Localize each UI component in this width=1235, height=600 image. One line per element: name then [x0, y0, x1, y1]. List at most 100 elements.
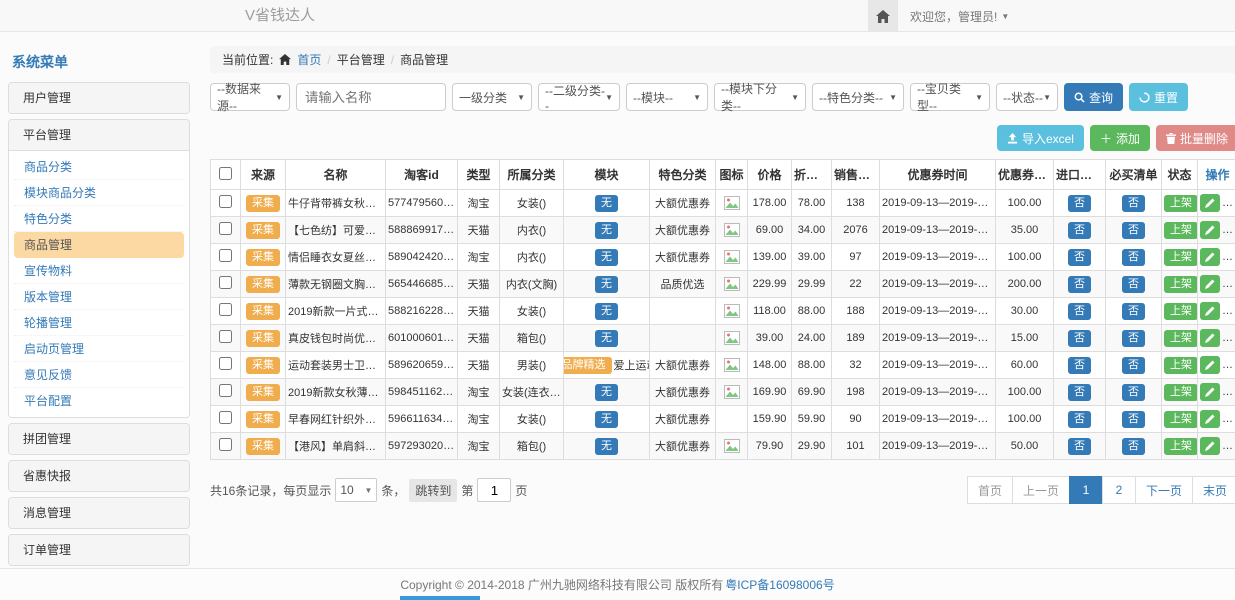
jump-button[interactable]: 跳转到 — [409, 479, 457, 502]
name-search-input[interactable] — [296, 83, 446, 111]
edit-button[interactable] — [1200, 410, 1220, 428]
type-cell: 淘宝 — [458, 190, 500, 217]
filter-select[interactable]: --模块--▼ — [626, 83, 708, 111]
status-badge[interactable]: 上架 — [1164, 357, 1198, 374]
must-buy-flag-badge[interactable]: 否 — [1122, 249, 1145, 266]
pager-last[interactable]: 末页 — [1192, 476, 1235, 504]
batch-delete-button[interactable]: 批量删除 — [1156, 125, 1235, 151]
filter-select[interactable]: 一级分类▼ — [452, 83, 532, 111]
row-checkbox[interactable] — [219, 438, 232, 451]
must-buy-flag-badge[interactable]: 否 — [1122, 222, 1145, 239]
search-button[interactable]: 查询 — [1064, 83, 1123, 111]
edit-button[interactable] — [1200, 248, 1220, 266]
pager-page[interactable]: 1 — [1069, 476, 1103, 504]
status-badge[interactable]: 上架 — [1164, 438, 1198, 455]
must-buy-flag-badge[interactable]: 否 — [1122, 330, 1145, 347]
import-flag-badge[interactable]: 否 — [1068, 384, 1091, 401]
status-badge[interactable]: 上架 — [1164, 276, 1198, 293]
edit-button[interactable] — [1200, 275, 1220, 293]
status-badge[interactable]: 上架 — [1164, 384, 1198, 401]
must-buy-flag-badge[interactable]: 否 — [1122, 303, 1145, 320]
edit-button[interactable] — [1200, 221, 1220, 239]
filter-select[interactable]: --二级分类--▼ — [538, 83, 620, 111]
sidebar-subitem[interactable]: 宣传物料 — [14, 258, 184, 284]
row-checkbox[interactable] — [219, 330, 232, 343]
edit-button[interactable] — [1200, 356, 1220, 374]
row-checkbox[interactable] — [219, 411, 232, 424]
filter-select[interactable]: --特色分类--▼ — [812, 83, 904, 111]
home-button[interactable] — [868, 0, 898, 32]
pager-first[interactable]: 首页 — [967, 476, 1013, 504]
must-buy-flag-badge[interactable]: 否 — [1122, 195, 1145, 212]
horizontal-scrollbar-thumb[interactable] — [400, 596, 480, 600]
status-badge[interactable]: 上架 — [1164, 411, 1198, 428]
sidebar-section[interactable]: 消息管理 — [9, 498, 189, 528]
user-menu[interactable]: 欢迎您，管理员! ▼ — [898, 0, 1021, 32]
reset-button[interactable]: 重置 — [1129, 83, 1188, 111]
sidebar-section[interactable]: 用户管理 — [9, 83, 189, 113]
sidebar-subitem[interactable]: 模块商品分类 — [14, 180, 184, 206]
sidebar-subitem[interactable]: 特色分类 — [14, 206, 184, 232]
must-buy-flag-badge[interactable]: 否 — [1122, 411, 1145, 428]
filter-select[interactable]: --状态--▼ — [996, 83, 1058, 111]
status-badge[interactable]: 上架 — [1164, 330, 1198, 347]
row-checkbox[interactable] — [219, 276, 232, 289]
status-badge[interactable]: 上架 — [1164, 195, 1198, 212]
sidebar-subitem[interactable]: 商品分类 — [14, 154, 184, 180]
status-badge[interactable]: 上架 — [1164, 222, 1198, 239]
must-buy-flag-badge[interactable]: 否 — [1122, 438, 1145, 455]
row-checkbox[interactable] — [219, 195, 232, 208]
row-checkbox[interactable] — [219, 357, 232, 370]
filter-select[interactable]: --宝贝类型--▼ — [910, 83, 990, 111]
row-checkbox[interactable] — [219, 249, 232, 262]
taoke-id-cell: 596611634525 — [386, 406, 458, 433]
pager-prev[interactable]: 上一页 — [1012, 476, 1070, 504]
row-checkbox[interactable] — [219, 384, 232, 397]
sidebar-section[interactable]: 拼团管理 — [9, 424, 189, 454]
edit-button[interactable] — [1200, 383, 1220, 401]
page-size-select[interactable]: 10 ▼ — [335, 478, 377, 502]
sidebar-subitem[interactable]: 轮播管理 — [14, 310, 184, 336]
must-buy-flag-badge[interactable]: 否 — [1122, 357, 1145, 374]
edit-button[interactable] — [1200, 329, 1220, 347]
import-flag-badge[interactable]: 否 — [1068, 438, 1091, 455]
category-cell: 内衣() — [500, 244, 564, 271]
sidebar-subitem[interactable]: 商品管理 — [14, 232, 184, 258]
import-excel-button[interactable]: 导入excel — [997, 125, 1084, 151]
jump-page-input[interactable] — [477, 478, 511, 502]
status-badge[interactable]: 上架 — [1164, 303, 1198, 320]
import-flag-badge[interactable]: 否 — [1068, 195, 1091, 212]
edit-button[interactable] — [1200, 302, 1220, 320]
must-buy-flag-badge[interactable]: 否 — [1122, 384, 1145, 401]
pager-page[interactable]: 2 — [1102, 476, 1136, 504]
sidebar-section[interactable]: 省惠快报 — [9, 461, 189, 491]
sidebar-section[interactable]: 平台管理 — [9, 120, 189, 150]
filter-select[interactable]: --模块下分类--▼ — [714, 83, 806, 111]
sidebar-section[interactable]: 订单管理 — [9, 535, 189, 565]
import-flag-badge[interactable]: 否 — [1068, 303, 1091, 320]
sidebar-subitem[interactable]: 版本管理 — [14, 284, 184, 310]
import-flag-badge[interactable]: 否 — [1068, 222, 1091, 239]
import-flag-badge[interactable]: 否 — [1068, 330, 1091, 347]
import-flag-badge[interactable]: 否 — [1068, 276, 1091, 293]
row-checkbox[interactable] — [219, 303, 232, 316]
status-badge[interactable]: 上架 — [1164, 249, 1198, 266]
select-all-checkbox[interactable] — [219, 167, 232, 180]
breadcrumb-home-link[interactable]: 首页 — [297, 51, 321, 68]
row-checkbox[interactable] — [219, 222, 232, 235]
module-badge: 无 — [595, 276, 618, 293]
import-flag-badge[interactable]: 否 — [1068, 249, 1091, 266]
edit-button[interactable] — [1200, 437, 1220, 455]
edit-button[interactable] — [1200, 194, 1220, 212]
sidebar-subitem[interactable]: 意见反馈 — [14, 362, 184, 388]
filter-select[interactable]: --数据来源--▼ — [210, 83, 290, 111]
import-flag-badge[interactable]: 否 — [1068, 411, 1091, 428]
pager-next[interactable]: 下一页 — [1135, 476, 1193, 504]
add-button[interactable]: ＋ 添加 — [1090, 125, 1150, 151]
icp-link[interactable]: 粤ICP备16098006号 — [725, 576, 834, 593]
import-flag-badge[interactable]: 否 — [1068, 357, 1091, 374]
product-thumbnail-icon — [718, 223, 745, 237]
must-buy-flag-badge[interactable]: 否 — [1122, 276, 1145, 293]
sidebar-subitem[interactable]: 平台配置 — [14, 388, 184, 414]
sidebar-subitem[interactable]: 启动页管理 — [14, 336, 184, 362]
